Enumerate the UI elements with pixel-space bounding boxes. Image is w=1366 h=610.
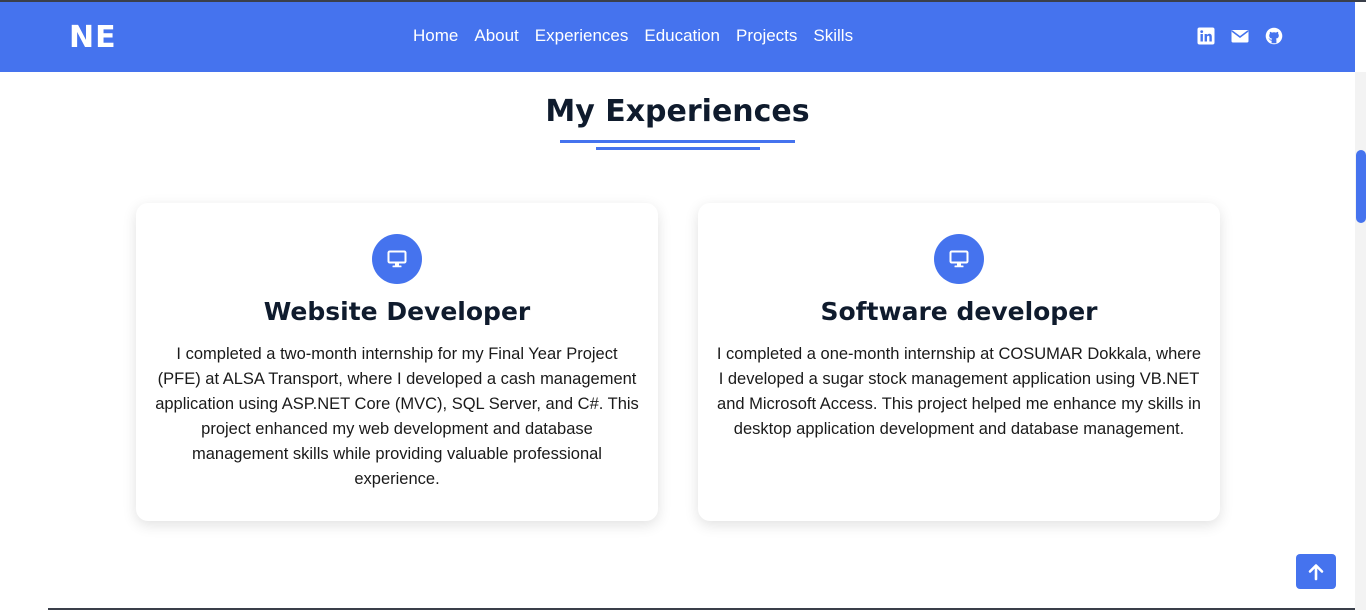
title-underline-secondary xyxy=(596,147,760,150)
nav-link-skills[interactable]: Skills xyxy=(813,26,853,46)
desktop-icon xyxy=(372,234,422,284)
experience-card: Website Developer I completed a two-mont… xyxy=(136,203,658,521)
scrollbar-top-gap xyxy=(1355,2,1366,72)
envelope-icon[interactable] xyxy=(1231,27,1249,45)
experience-card: Software developer I completed a one-mon… xyxy=(698,203,1220,521)
linkedin-icon[interactable] xyxy=(1197,27,1215,45)
navbar: NE Home About Experiences Education Proj… xyxy=(0,2,1355,72)
desktop-icon xyxy=(934,234,984,284)
card-title: Website Developer xyxy=(263,297,531,326)
social-links xyxy=(1197,27,1283,45)
logo[interactable]: NE xyxy=(69,20,117,55)
nav-link-home[interactable]: Home xyxy=(413,26,458,46)
back-to-top-button[interactable] xyxy=(1296,554,1336,589)
card-description: I completed a two-month internship for m… xyxy=(155,345,639,488)
nav-link-education[interactable]: Education xyxy=(644,26,720,46)
nav-link-experiences[interactable]: Experiences xyxy=(535,26,629,46)
card-description: I completed a one-month internship at CO… xyxy=(716,345,1202,438)
card-title: Software developer xyxy=(820,297,1098,326)
nav-link-projects[interactable]: Projects xyxy=(736,26,797,46)
nav-link-about[interactable]: About xyxy=(474,26,518,46)
github-icon[interactable] xyxy=(1265,27,1283,45)
title-underline xyxy=(560,140,795,143)
arrow-up-icon xyxy=(1308,563,1324,580)
nav-links: Home About Experiences Education Project… xyxy=(413,26,869,46)
scrollbar-thumb[interactable] xyxy=(1356,150,1366,223)
section-title: My Experiences xyxy=(545,94,810,129)
